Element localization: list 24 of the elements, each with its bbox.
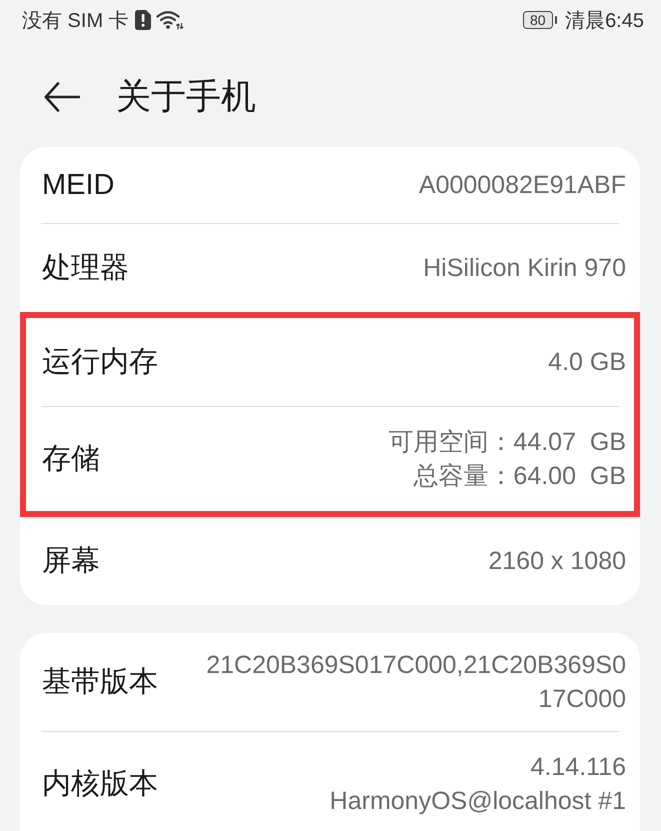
setting-label: 运行内存 <box>42 345 158 380</box>
setting-value: HarmonyOS@localhost #1 <box>330 786 626 817</box>
setting-label: 屏幕 <box>42 544 100 579</box>
setting-value: 21C20B369S017C000,21C20B369S017C000 <box>205 650 626 715</box>
setting-value: 总容量：64.00 GB <box>412 461 626 492</box>
setting-value: 可用空间：44.07 GB <box>388 427 626 458</box>
back-button[interactable] <box>44 82 80 112</box>
setting-label: MEID <box>42 168 114 202</box>
setting-value: 4.0 GB <box>548 347 626 378</box>
setting-label: 基带版本 <box>42 665 158 700</box>
sim-alert-icon <box>134 10 151 30</box>
setting-value: A0000082E91ABF <box>418 170 626 201</box>
setting-value: 4.14.116 <box>530 752 626 783</box>
clock-time: 清晨6:45 <box>565 8 644 34</box>
setting-label: 处理器 <box>42 251 129 286</box>
battery-indicator: 80 <box>522 11 558 29</box>
wifi-icon <box>156 10 184 30</box>
setting-label: 内核版本 <box>42 767 158 802</box>
setting-value: 2160 x 1080 <box>488 546 626 577</box>
carrier-status: 没有 SIM 卡 <box>22 8 129 34</box>
setting-label: 存储 <box>42 442 100 477</box>
setting-value: HiSilicon Kirin 970 <box>423 253 626 284</box>
back-arrow-icon <box>44 82 80 112</box>
page-title: 关于手机 <box>116 76 256 118</box>
